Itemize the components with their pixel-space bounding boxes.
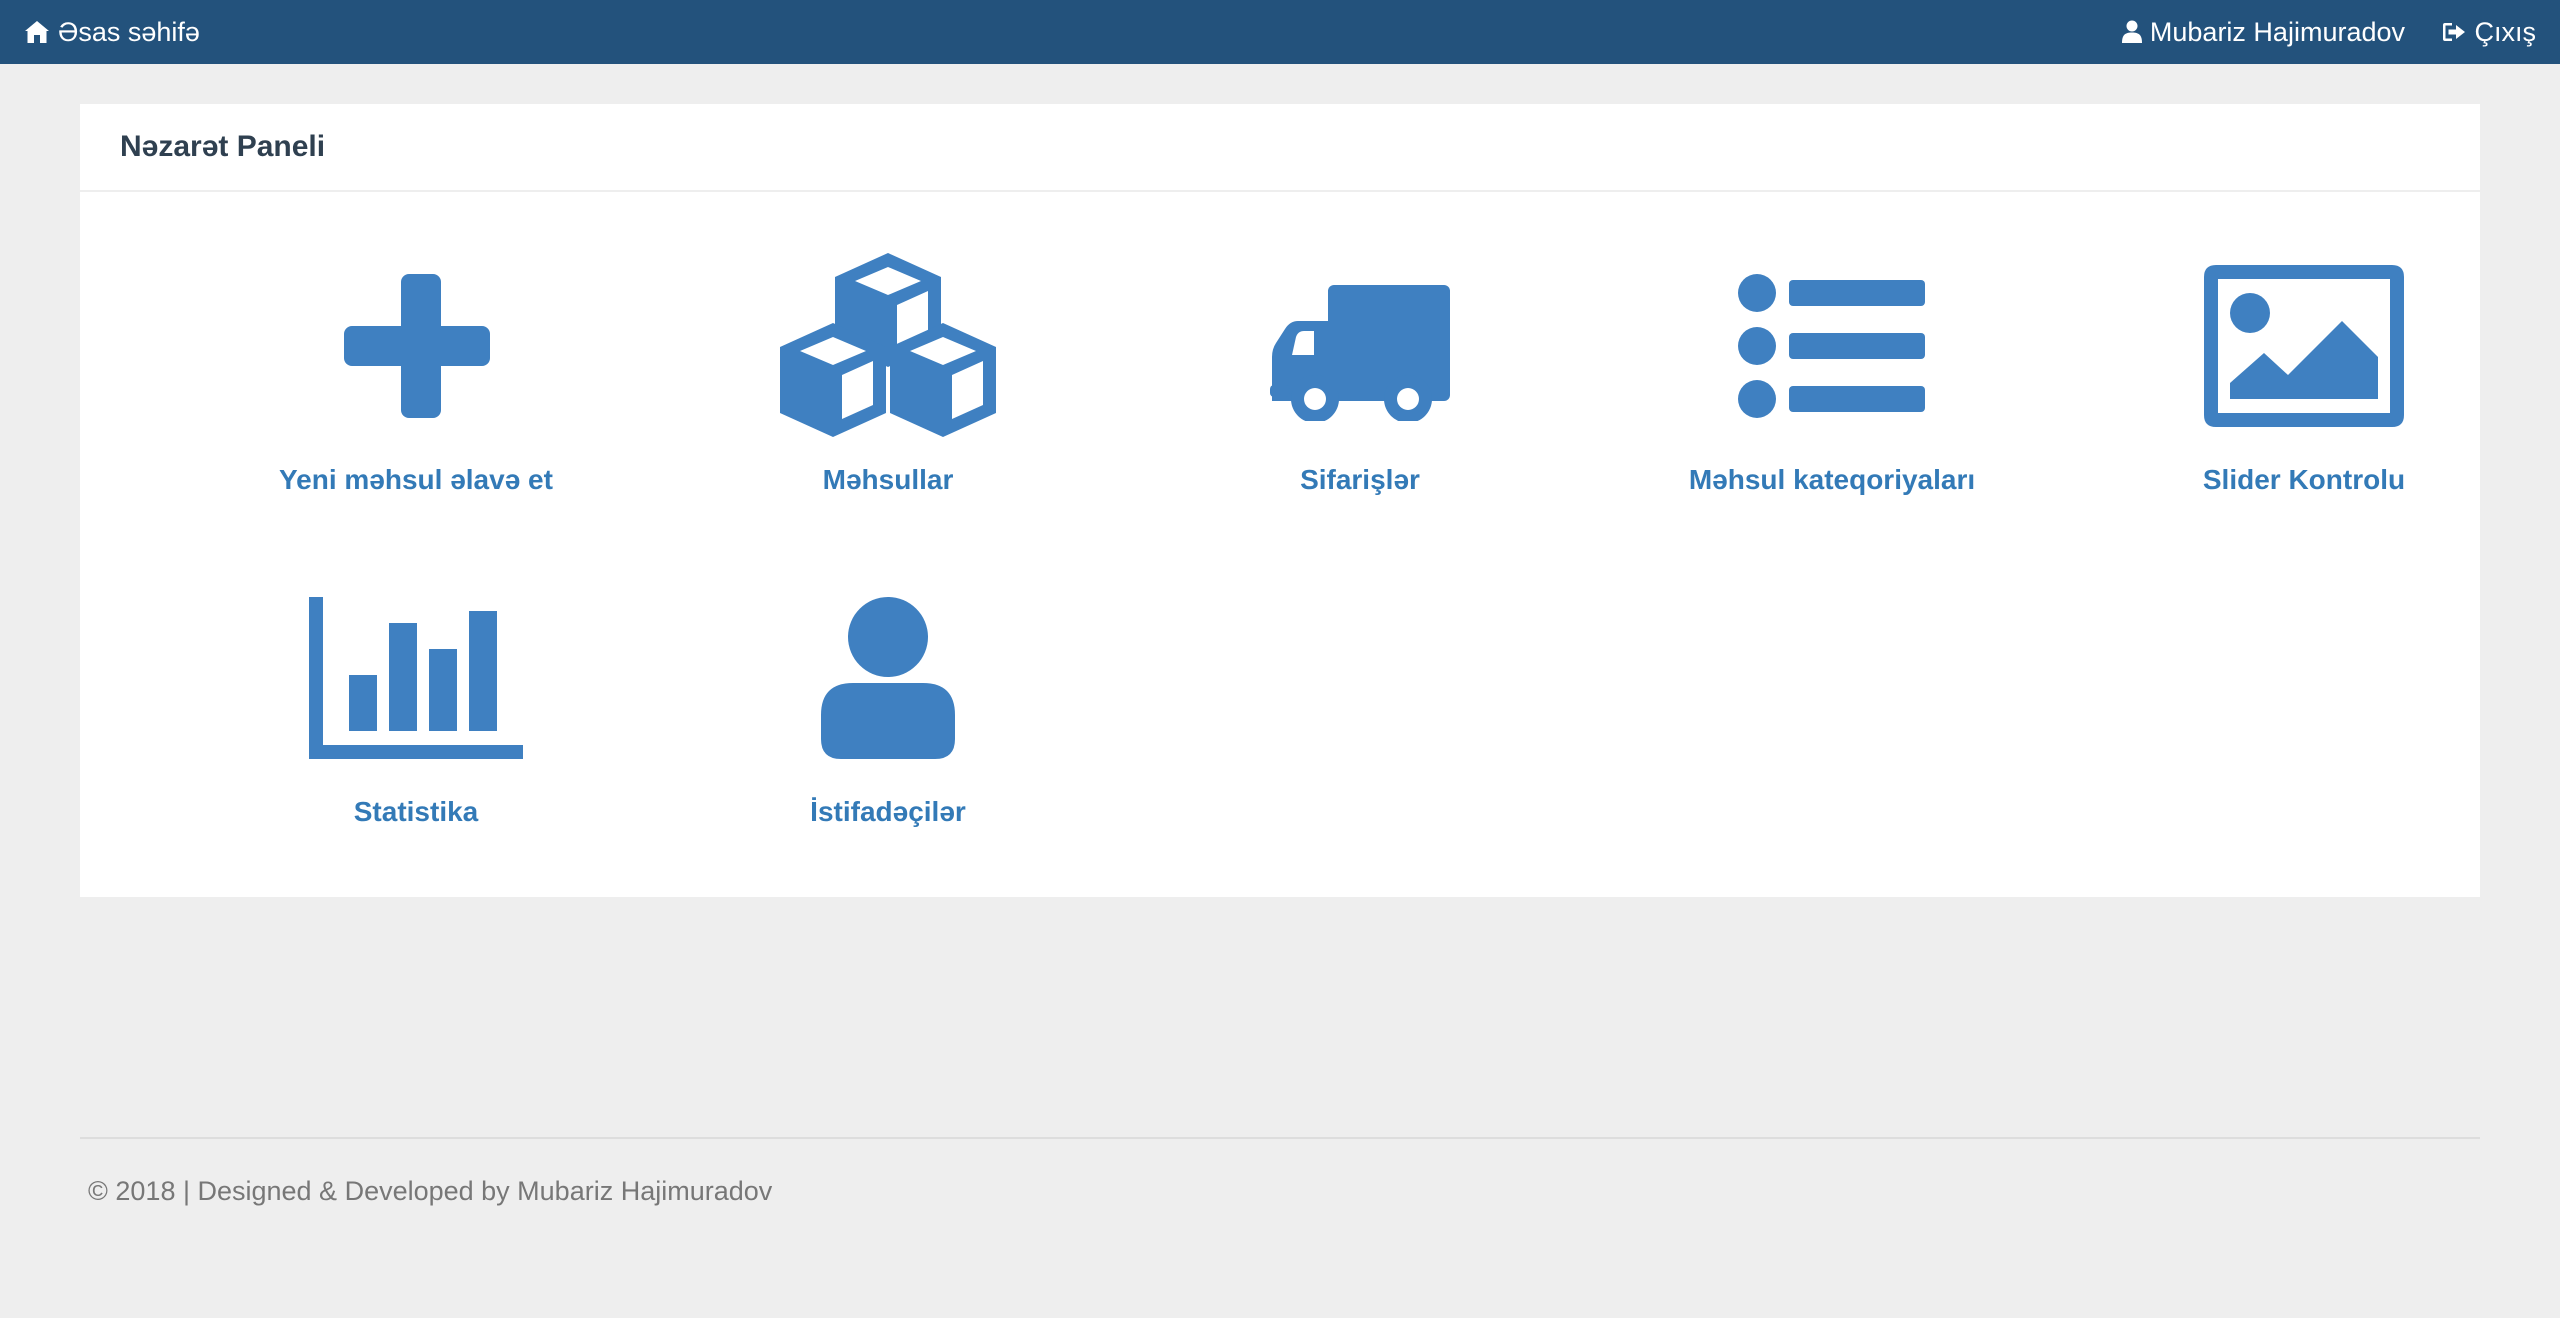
footer-copyright: © 2018 | Designed & Developed by Mubariz… — [88, 1176, 773, 1206]
plus-icon — [344, 274, 490, 418]
user-small-icon — [2121, 20, 2142, 43]
panel-title: Nəzarət Paneli — [80, 104, 2480, 192]
logout-link[interactable]: Çıxış — [2442, 0, 2536, 64]
sign-out-icon — [2443, 23, 2466, 41]
logout-label: Çıxış — [2474, 16, 2536, 47]
tile-product-categories[interactable]: Məhsul kateqoriyaları — [1612, 236, 2052, 496]
tile-label: İstifadəçilər — [810, 796, 966, 827]
user-profile-link[interactable]: Mubariz Hajimuradov — [2121, 0, 2405, 64]
home-label: Əsas səhifə — [58, 16, 200, 47]
tile-label: Sifarişlər — [1300, 464, 1420, 495]
bar-chart-icon — [309, 597, 523, 759]
home-icon — [25, 21, 49, 43]
user-icon — [821, 597, 955, 759]
tile-label: Məhsul kateqoriyaları — [1688, 464, 1976, 495]
tile-label: Statistika — [353, 796, 479, 827]
top-navbar: Əsas səhifə Mubariz Hajimuradov Çıxış — [0, 0, 2560, 64]
tile-label: Yeni məhsul əlavə et — [279, 464, 553, 495]
tile-label: Məhsullar — [822, 464, 954, 495]
truck-icon — [1270, 285, 1450, 421]
image-icon — [2204, 265, 2404, 427]
footer-divider — [80, 1137, 2480, 1139]
tile-slider-control[interactable]: Slider Kontrolu — [2084, 236, 2524, 496]
list-icon — [1738, 274, 1925, 418]
tile-products[interactable]: Məhsullar — [668, 236, 1108, 496]
tile-users[interactable]: İstifadəçilər — [668, 568, 1108, 828]
home-link[interactable]: Əsas səhifə — [24, 0, 200, 64]
user-name: Mubariz Hajimuradov — [2149, 16, 2405, 47]
dashboard-panel: Nəzarət Paneli Yeni məhsul əlavə et Məhs… — [80, 104, 2480, 897]
tile-add-product[interactable]: Yeni məhsul əlavə et — [196, 236, 636, 496]
tile-label: Slider Kontrolu — [2202, 464, 2406, 495]
tile-orders[interactable]: Sifarişlər — [1140, 236, 1580, 496]
tile-statistics[interactable]: Statistika — [196, 568, 636, 828]
cubes-icon — [780, 253, 996, 437]
